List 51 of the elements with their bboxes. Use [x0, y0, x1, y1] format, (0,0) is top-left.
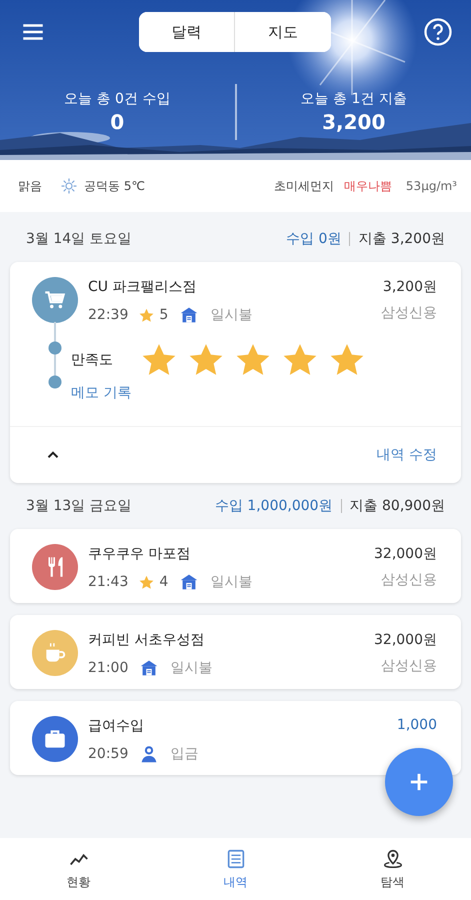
dust-label: 초미세먼지 [274, 178, 334, 194]
amount: 32,000원 [374, 631, 437, 649]
amount: 32,000원 [374, 545, 437, 563]
segment-tab[interactable]: 지도 [234, 12, 330, 52]
rating-value: 4 [159, 574, 168, 590]
map-pin-icon [382, 848, 404, 870]
day-expense: 지출 80,900원 [350, 497, 445, 515]
weather-condition: 맑음 [18, 178, 42, 194]
memo-link[interactable]: 메모 기록 [71, 384, 132, 402]
stat-label: 오늘 총 0건 수입 [64, 90, 170, 108]
transaction-time: 20:59 [88, 746, 128, 762]
add-button[interactable] [385, 748, 453, 816]
sun-icon [60, 177, 78, 195]
account-name: 삼성신용 [381, 657, 437, 675]
transaction-card[interactable]: 커피빈 서초우성점 21:00 일시불 32,000원 삼성신용 [10, 615, 461, 689]
stat-value: 0 [110, 110, 124, 134]
day-expense: 지출 3,200원 [358, 230, 445, 248]
dust-level: 매우나쁨 [344, 178, 392, 194]
star-icon [138, 306, 156, 324]
transaction-time: 22:39 [88, 307, 128, 323]
day-income: 수입 1,000,000원 [214, 497, 333, 515]
transaction-time: 21:00 [88, 660, 128, 676]
account-name: 삼성신용 [381, 571, 437, 589]
transaction-time: 21:43 [88, 574, 128, 590]
transaction-card[interactable]: 쿠우쿠우 마포점 21:43 4 일시불 32,000원 삼성신용 [10, 529, 461, 603]
star-icon [138, 574, 156, 590]
location-temperature: 공덕동 5℃ [84, 178, 145, 194]
day-date: 3월 13일 금요일 [26, 497, 132, 515]
account-name: 삼성신용 [381, 304, 437, 322]
amount: 3,200원 [382, 278, 437, 296]
payment-type: 일시불 [210, 306, 252, 324]
merchant-name: 커피빈 서초우성점 [88, 631, 206, 649]
amount: 1,000 [396, 717, 437, 733]
day-income: 수입 0원 [286, 230, 342, 248]
payment-type: 일시불 [170, 659, 212, 677]
merchant-name: 급여수입 [88, 717, 145, 735]
merchant-name: CU 파크팰리스점 [88, 278, 198, 296]
payment-type: 일시불 [210, 573, 252, 591]
merchant-name: 쿠우쿠우 마포점 [88, 545, 192, 563]
help-icon[interactable] [423, 17, 453, 47]
transaction-card[interactable]: CU 파크팰리스점 22:39 5 일시불 3,200원 삼성신용 만족도 메모 기록 내역 수정 [10, 262, 461, 483]
timeline-drawing [48, 322, 62, 389]
day-date: 3월 14일 토요일 [26, 230, 132, 248]
stat-value: 3,200 [322, 110, 386, 134]
transaction-card[interactable]: 급여수입 20:59 입금 1,000 [10, 701, 461, 775]
payment-type: 입금 [170, 745, 198, 763]
dust-value: 53μg/m³ [406, 179, 457, 193]
stat-label: 오늘 총 1건 지출 [300, 90, 407, 108]
satisfaction-label: 만족도 [71, 351, 113, 369]
edit-button[interactable]: 내역 수정 [376, 446, 437, 464]
rating-value: 5 [159, 307, 168, 323]
